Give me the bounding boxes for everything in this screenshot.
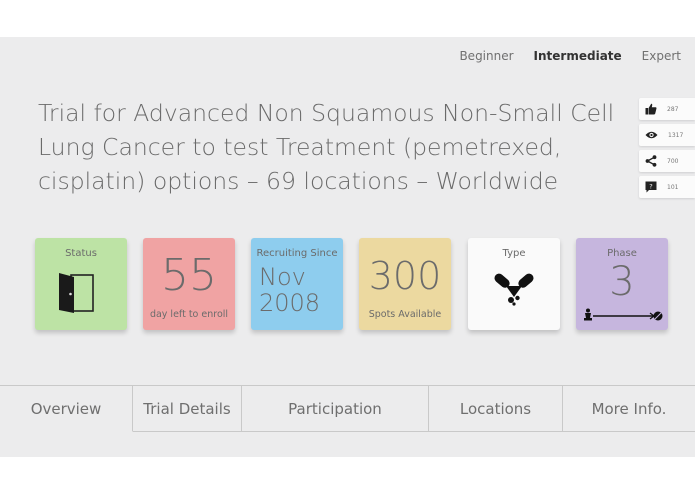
tab-more-info[interactable]: More Info. (563, 386, 695, 431)
spots-value: 300 (368, 254, 442, 298)
tab-bar: Overview Trial Details Participation Loc… (0, 385, 695, 432)
recruiting-label: Recruiting Since (256, 248, 338, 259)
level-intermediate[interactable]: Intermediate (534, 49, 622, 63)
recruiting-year: 2008 (259, 289, 321, 317)
social-bar: 287 1317 700 ? 101 (639, 98, 695, 202)
spots-caption: Spots Available (368, 309, 442, 320)
tab-locations[interactable]: Locations (429, 386, 563, 431)
share-icon (645, 155, 657, 167)
door-icon (59, 273, 94, 313)
status-card: Status (35, 238, 127, 330)
tab-overview[interactable]: Overview (0, 386, 133, 432)
comment-button[interactable]: ? 101 (639, 176, 695, 198)
svg-text:?: ? (649, 183, 652, 191)
phase-card: Phase 3 (576, 238, 668, 330)
recruiting-card: Recruiting Since Nov 2008 (251, 238, 343, 330)
share-button[interactable]: 700 (639, 150, 695, 172)
tab-participation[interactable]: Participation (242, 386, 429, 431)
days-left-card: 55 day left to enroll (143, 238, 235, 330)
views-count: 1317 (668, 131, 684, 139)
phase-value: 3 (609, 259, 635, 305)
views-counter[interactable]: 1317 (639, 124, 695, 146)
thumbs-up-icon (645, 103, 657, 115)
comment-count: 101 (667, 183, 679, 191)
level-switcher: Beginner Intermediate Expert (459, 49, 681, 63)
share-count: 700 (667, 157, 679, 165)
trial-title: Trial for Advanced Non Squamous Non-Smal… (38, 99, 615, 195)
like-count: 287 (667, 105, 679, 113)
type-card: Type (468, 238, 560, 330)
comment-icon: ? (645, 181, 657, 193)
like-button[interactable]: 287 (639, 98, 695, 120)
level-expert[interactable]: Expert (642, 49, 681, 63)
pill-icon (494, 273, 534, 306)
level-beginner[interactable]: Beginner (459, 49, 513, 63)
eye-icon (645, 131, 658, 139)
spots-card: 300 Spots Available (359, 238, 451, 330)
type-label: Type (502, 248, 526, 259)
days-left-caption: day left to enroll (149, 309, 229, 320)
phase-track-icon (584, 308, 663, 321)
days-left-value: 55 (161, 250, 217, 301)
status-label: Status (65, 248, 97, 259)
recruiting-month: Nov (259, 263, 306, 291)
tab-trial-details[interactable]: Trial Details (133, 386, 242, 431)
